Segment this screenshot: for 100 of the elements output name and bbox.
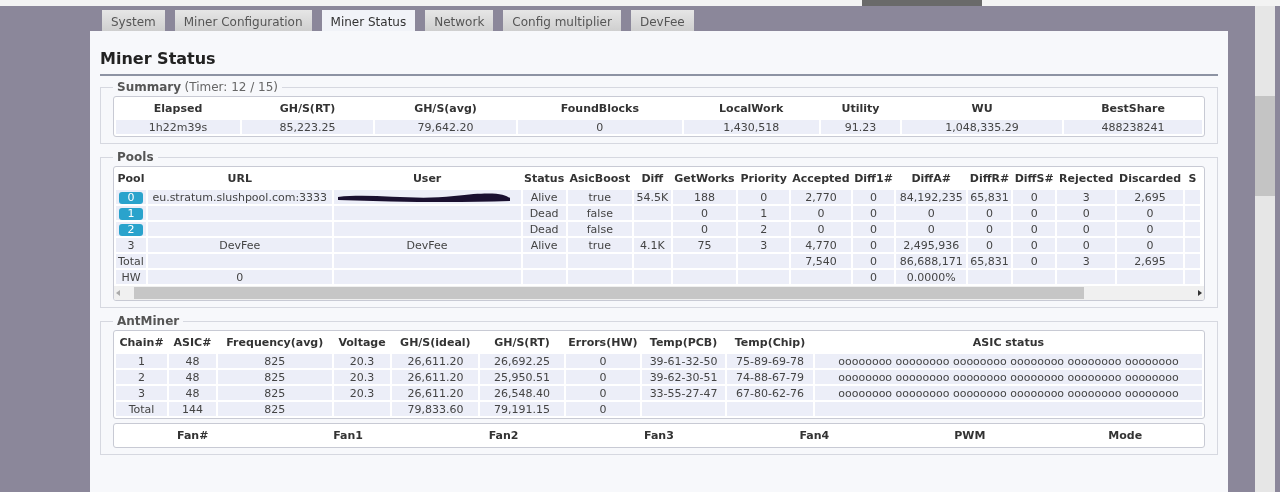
table-cell: Alive: [522, 238, 566, 252]
pool-badge[interactable]: 2: [118, 223, 143, 236]
table-cell: 79,642.20: [375, 120, 516, 134]
column-header: Fan1: [332, 428, 364, 444]
table-cell: 0: [852, 254, 895, 268]
table-cell: 39-62-30-51: [642, 370, 726, 384]
table-cell: HW: [116, 270, 146, 284]
table-cell: 3: [116, 386, 168, 400]
table-cell: 26,548.40: [480, 386, 564, 400]
column-header: Fan#: [176, 428, 210, 444]
column-header: Chain#: [118, 335, 165, 351]
pool-badge[interactable]: 0: [118, 191, 143, 204]
column-header: URL: [226, 171, 253, 187]
table-cell: 75: [672, 238, 737, 252]
table-cell: 0: [147, 270, 332, 284]
table-cell: 2,695: [1117, 190, 1183, 204]
column-header: BestShare: [1100, 101, 1166, 117]
table-cell: 0.0000%: [896, 270, 966, 284]
column-header: LocalWork: [718, 101, 785, 117]
table-cell: 1: [738, 206, 790, 220]
tab[interactable]: Miner Status: [321, 10, 416, 31]
table-cell: 33-55-27-47: [642, 386, 726, 400]
table-cell: oooooooo oooooooo oooooooo oooooooo oooooooo oooooooo: [815, 370, 1202, 384]
column-header: S: [1187, 171, 1198, 187]
column-header: Errors(HW): [567, 335, 639, 351]
table-cell: 0: [738, 190, 790, 204]
table-cell: 0: [852, 206, 895, 220]
column-header: Discarded: [1118, 171, 1183, 187]
table-cell: 0: [967, 222, 1012, 236]
table-cell: eu.stratum.slushpool.com:3333: [147, 190, 332, 204]
column-header: Utility: [840, 101, 881, 117]
pool-badge[interactable]: 1: [118, 207, 143, 220]
column-header: ASIC#: [172, 335, 213, 351]
horizontal-scrollbar[interactable]: [114, 286, 1204, 300]
column-header: Elapsed: [152, 101, 204, 117]
table-cell: 825: [217, 402, 332, 416]
table-cell: 26,611.20: [392, 370, 479, 384]
table-cell: 0: [672, 206, 737, 220]
section-title: AntMiner: [117, 314, 180, 328]
table-cell: 0: [852, 190, 895, 204]
column-header: User: [411, 171, 443, 187]
table-cell: 48: [169, 354, 216, 368]
column-header: GH/S(RT): [493, 335, 551, 351]
table-cell: 0: [967, 206, 1012, 220]
table-cell: 26,692.25: [480, 354, 564, 368]
scroll-thumb[interactable]: [134, 287, 1084, 299]
column-header: Fan4: [798, 428, 831, 444]
table-cell: 825: [217, 354, 332, 368]
table-cell: 2: [738, 222, 790, 236]
scroll-left-icon[interactable]: [114, 289, 122, 297]
column-header: GH/S(ideal): [399, 335, 472, 351]
column-header: Mode: [1107, 428, 1144, 444]
column-header: WU: [970, 101, 994, 117]
tab[interactable]: Miner Configuration: [174, 10, 312, 31]
table-cell: 488238241: [1064, 120, 1202, 134]
section-title: Summary: [117, 80, 182, 94]
column-header: Rejected: [1058, 171, 1115, 187]
table-cell: 20.3: [333, 386, 391, 400]
table-cell: Dead: [522, 206, 566, 220]
table-cell: 85,223.25: [242, 120, 374, 134]
table-cell: 1,048,335.29: [902, 120, 1062, 134]
column-header: GetWorks: [673, 171, 736, 187]
column-header: Accepted: [791, 171, 851, 187]
table-cell: 65,831: [967, 190, 1012, 204]
table-cell: 0: [565, 402, 641, 416]
table-cell: 54.5K: [634, 190, 671, 204]
scroll-right-icon[interactable]: [1196, 289, 1204, 297]
tab[interactable]: Config multiplier: [503, 10, 621, 31]
table-cell: 2,770: [791, 190, 851, 204]
column-header: Temp(PCB): [648, 335, 719, 351]
table-cell: 1: [116, 354, 168, 368]
table-cell: 825: [217, 386, 332, 400]
vertical-scrollbar[interactable]: [1255, 6, 1275, 492]
table-cell: 0: [791, 222, 851, 236]
timer-text: (Timer: 12 / 15): [184, 80, 279, 94]
table-cell: 0: [852, 222, 895, 236]
table-cell: 0: [565, 354, 641, 368]
table-cell: false: [567, 222, 632, 236]
table-cell: true: [567, 190, 632, 204]
column-header: Diff: [640, 171, 665, 187]
tab[interactable]: Network: [425, 10, 494, 31]
scroll-thumb[interactable]: [1255, 96, 1275, 196]
table-cell: Dead: [522, 222, 566, 236]
column-header: ASIC status: [971, 335, 1046, 351]
column-header: Frequency(avg): [225, 335, 325, 351]
column-header: FoundBlocks: [559, 101, 640, 117]
column-header: DiffS#: [1013, 171, 1055, 187]
table-cell: Total: [116, 254, 146, 268]
table-cell: 3: [116, 238, 146, 252]
table-cell: 67-80-62-76: [727, 386, 814, 400]
column-header: AsicBoost: [568, 171, 632, 187]
table-cell: 86,688,171: [896, 254, 966, 268]
table-cell: 825: [217, 370, 332, 384]
table-cell: 2: [116, 370, 168, 384]
table-cell: 0: [852, 238, 895, 252]
table-cell: 0: [1013, 206, 1056, 220]
table-cell: 74-88-67-79: [727, 370, 814, 384]
table-cell: 0: [1057, 238, 1116, 252]
tab[interactable]: System: [102, 10, 165, 31]
tab[interactable]: DevFee: [630, 10, 694, 31]
